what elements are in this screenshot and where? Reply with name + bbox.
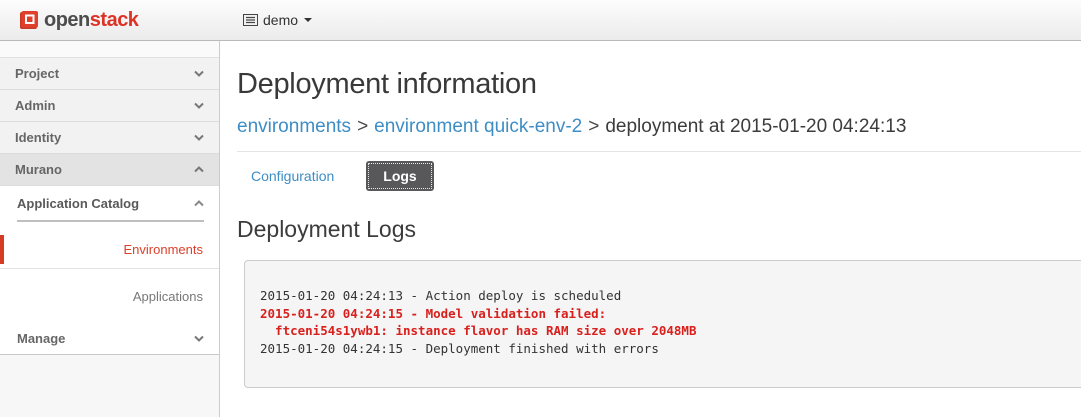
chevron-up-icon — [194, 200, 204, 207]
logo-text-open: open — [44, 9, 90, 31]
openstack-cube-icon — [19, 11, 38, 30]
sidebar-group-label: Admin — [15, 98, 55, 113]
subgroup-divider — [17, 220, 204, 222]
leaf-divider — [0, 268, 219, 269]
sidebar-group-label: Manage — [17, 331, 65, 346]
sidebar-group-label: Murano — [15, 162, 62, 177]
section-title: Deployment Logs — [237, 216, 1081, 243]
sidebar-subgroup-application-catalog[interactable]: Application Catalog — [0, 186, 219, 220]
sidebar-footer-panel — [0, 354, 219, 417]
tenant-name: demo — [263, 12, 298, 28]
sidebar-group-project[interactable]: Project — [0, 58, 219, 90]
breadcrumb-current: deployment at 2015-01-20 04:24:13 — [605, 116, 906, 137]
sidebar-group-murano[interactable]: Murano — [0, 154, 219, 186]
log-line-error: 2015-01-20 04:24:15 - Model validation f… — [260, 305, 1069, 323]
sidebar-subgroup-label: Application Catalog — [17, 196, 139, 211]
log-line: 2015-01-20 04:24:13 - Action deploy is s… — [260, 287, 1069, 305]
breadcrumb: environments>environment quick-env-2>dep… — [237, 116, 1081, 138]
sidebar-item-label: Environments — [124, 242, 203, 257]
page-title: Deployment information — [237, 68, 1081, 101]
tab-logs[interactable]: Logs — [366, 161, 433, 191]
logo-text-stack: stack — [90, 9, 139, 31]
sidebar-item-environments[interactable]: Environments — [0, 235, 219, 264]
tab-bar: Configuration Logs — [237, 161, 1081, 191]
sidebar-item-applications[interactable]: Applications — [0, 282, 219, 311]
chevron-down-icon — [194, 134, 204, 141]
log-line: 2015-01-20 04:24:15 - Deployment finishe… — [260, 340, 1069, 358]
chevron-down-icon — [194, 70, 204, 77]
chevron-up-icon — [194, 166, 204, 173]
project-list-icon — [243, 14, 258, 26]
sidebar-group-admin[interactable]: Admin — [0, 90, 219, 122]
header-divider — [237, 151, 1081, 152]
chevron-down-icon — [194, 102, 204, 109]
log-line-error: ftceni54s1ywb1: instance flavor has RAM … — [260, 322, 1069, 340]
tenant-switcher[interactable]: demo — [243, 0, 312, 40]
breadcrumb-link-environment[interactable]: environment quick-env-2 — [374, 116, 582, 137]
sidebar-group-label: Identity — [15, 130, 61, 145]
sidebar-nav: Project Admin Identity Murano Applicatio… — [0, 41, 220, 417]
main-content: Deployment information environments>envi… — [220, 68, 1081, 388]
breadcrumb-separator: > — [582, 116, 605, 137]
caret-down-icon — [304, 18, 312, 22]
sidebar-spacer — [0, 41, 219, 58]
openstack-wordmark: openstack — [44, 9, 138, 32]
breadcrumb-separator: > — [351, 116, 374, 137]
top-navbar: openstack demo — [0, 0, 1081, 41]
sidebar-group-manage[interactable]: Manage — [0, 323, 219, 354]
breadcrumb-link-environments[interactable]: environments — [237, 116, 351, 137]
sidebar-group-identity[interactable]: Identity — [0, 122, 219, 154]
tab-configuration[interactable]: Configuration — [237, 161, 348, 191]
openstack-logo[interactable]: openstack — [19, 9, 138, 32]
deployment-log-box: 2015-01-20 04:24:13 - Action deploy is s… — [244, 260, 1081, 388]
chevron-down-icon — [194, 335, 204, 342]
sidebar-group-label: Project — [15, 66, 59, 81]
sidebar-item-label: Applications — [133, 289, 203, 304]
